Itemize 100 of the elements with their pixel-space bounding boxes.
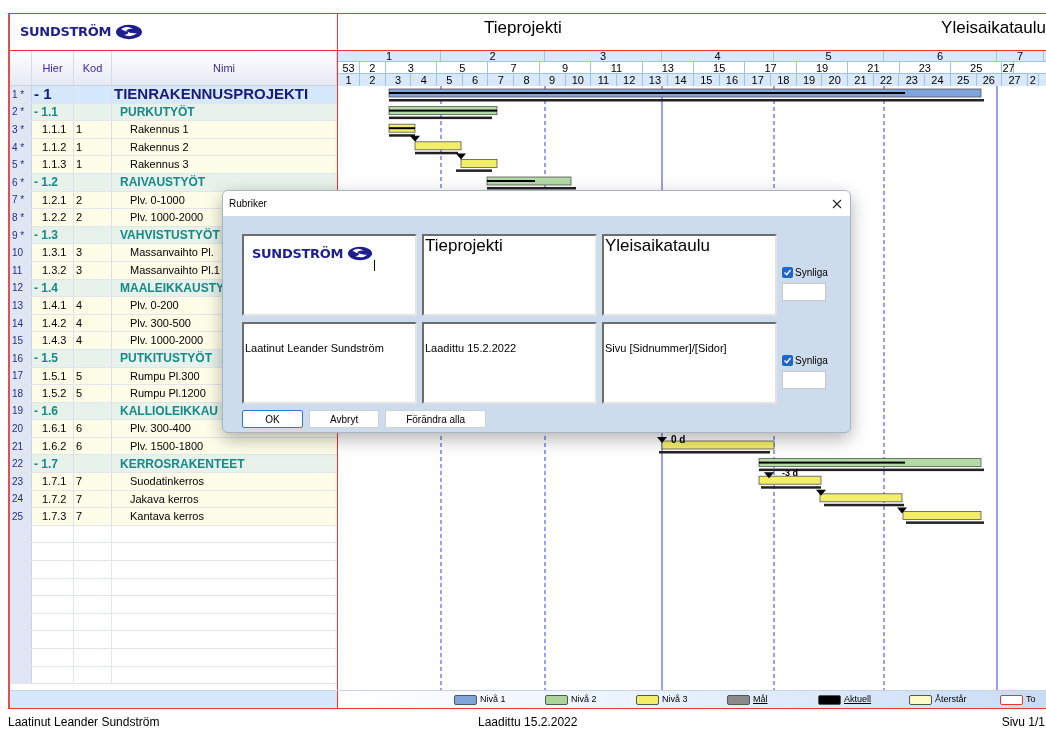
week-header: 25 [950,74,977,86]
task-name: Plv. 1500-1800 [130,438,204,454]
gantt-bar[interactable] [388,123,416,137]
table-cell: 5 [74,385,112,402]
input-field[interactable] [782,283,826,301]
week-header: 8 [514,74,540,86]
row-number: 25 [10,508,32,525]
week-header: 17 [745,62,797,73]
table-cell: - 1.5 [32,349,74,367]
heading-field[interactable]: Laadittu 15.2.2022 [422,322,597,404]
heading-field[interactable]: Sivu [Sidnummer]/[Sidor] [602,322,777,404]
task-name: VAHVISTUSTYÖT [120,227,220,244]
table-cell: 6 [74,437,112,455]
month-header: 4 [662,51,774,61]
dependency-arrow-icon [657,437,667,443]
table-cell: 1.6.1 [32,420,74,437]
checkbox-label: Synliga [795,354,828,368]
table-cell: 1.1.3 [32,156,74,173]
task-name: Plv. 300-500 [130,315,191,331]
week-header: 4 [411,74,438,86]
gantt-bar[interactable] [414,141,462,155]
gantt-bar[interactable] [456,159,498,172]
table-cell: 1.7.2 [32,490,74,508]
table-cell: 6 [74,420,112,437]
table-cell: 7 [74,490,112,508]
row-number: 18 [10,385,32,402]
week-header: 3 [385,62,438,73]
logo-text: SUNDSTRÖM [252,245,344,263]
column-header[interactable]: Kod [74,51,112,85]
checkbox[interactable] [782,355,793,366]
footer-text: Sivu 1/1 [1001,714,1045,731]
week-header: 5 [437,62,489,73]
gantt-bar[interactable] [486,176,576,190]
task-name: Rakennus 1 [130,122,189,138]
task-name: Rakennus 2 [130,139,189,155]
week-header: 21 [848,74,874,86]
dialog-button[interactable]: Avbryt [309,410,380,428]
week-header: 12 [616,74,643,86]
week-header: 15 [694,62,746,73]
table-cell: 3 [74,261,112,279]
column-header[interactable]: Hier [32,51,74,85]
table-cell: 2 [74,209,112,226]
heading-field[interactable]: Yleisaikataulu [602,234,777,316]
logo-icon [347,246,374,262]
dependency-arrow-icon [456,153,466,160]
gantt-bar[interactable] [819,493,904,507]
legend-label: Nivå 1 [480,692,506,706]
table-cell: - 1.7 [32,455,74,473]
close-icon[interactable] [832,198,842,209]
month-header: 5 [774,51,884,61]
gantt-bar[interactable] [902,511,984,524]
week-header: 11 [591,62,643,73]
table-cell: 1.5.1 [32,367,74,385]
table-cell: 1.2.1 [32,191,74,209]
footer-text: Laatinut Leander Sundström [8,714,161,731]
week-header: 25 [951,62,1003,73]
week-header: 53 [338,62,360,73]
table-cell: - 1.3 [32,226,74,244]
heading-field[interactable]: Laatinut Leander Sundström [242,322,417,404]
dependency-arrow-icon [816,489,826,496]
gantt-bar[interactable] [388,88,984,102]
table-cell: 1 [74,156,112,173]
task-name: Suodatinkerros [130,474,204,490]
month-header: 2 [441,51,545,61]
table-cell: 1.4.1 [32,297,74,314]
week-header: 19 [796,62,849,73]
week-header: 3 [385,74,412,86]
table-cell: - 1.6 [32,402,74,420]
task-name: Plv. 0-1000 [130,192,185,208]
week-header: 10 [565,74,592,86]
input-field[interactable] [782,371,826,389]
week-header: 9 [539,74,566,86]
dependency-arrow-icon [897,507,907,514]
checkbox[interactable] [782,267,793,278]
week-header: 5 [437,74,463,86]
week-header: 20 [822,74,849,86]
row-number: 22 [10,455,32,473]
legend-label: Återstår [935,692,967,706]
task-name: RAIVAUSTYÖT [120,174,206,191]
dialog-button[interactable]: Förändra alla [385,410,487,428]
task-name: Jakava kerros [130,491,199,507]
table-cell: 1.4.2 [32,314,74,332]
week-header: 13 [642,62,695,73]
gantt-bar[interactable] [758,475,822,489]
week-header: 24 [925,74,951,86]
table-cell: 4 [74,332,112,349]
task-name: Kantava kerros [130,509,204,525]
task-name: MAALEIKKAUSTY [120,279,224,297]
month-header: 1 [338,51,441,61]
task-name: Rumpu Pl.300 [130,368,200,384]
page-title: Tieprojekti [484,17,562,39]
week-header: 2 [360,74,386,86]
dialog-button[interactable]: OK [242,410,303,428]
row-number: 15 [10,332,32,349]
week-header: 1 [338,74,360,86]
heading-field[interactable]: Tieprojekti [422,234,597,316]
task-name: Rumpu Pl.1200 [130,386,206,402]
heading-field[interactable]: SUNDSTRÖM [242,234,417,316]
column-header[interactable]: Nimi [112,51,337,85]
gantt-bar[interactable] [388,106,498,120]
